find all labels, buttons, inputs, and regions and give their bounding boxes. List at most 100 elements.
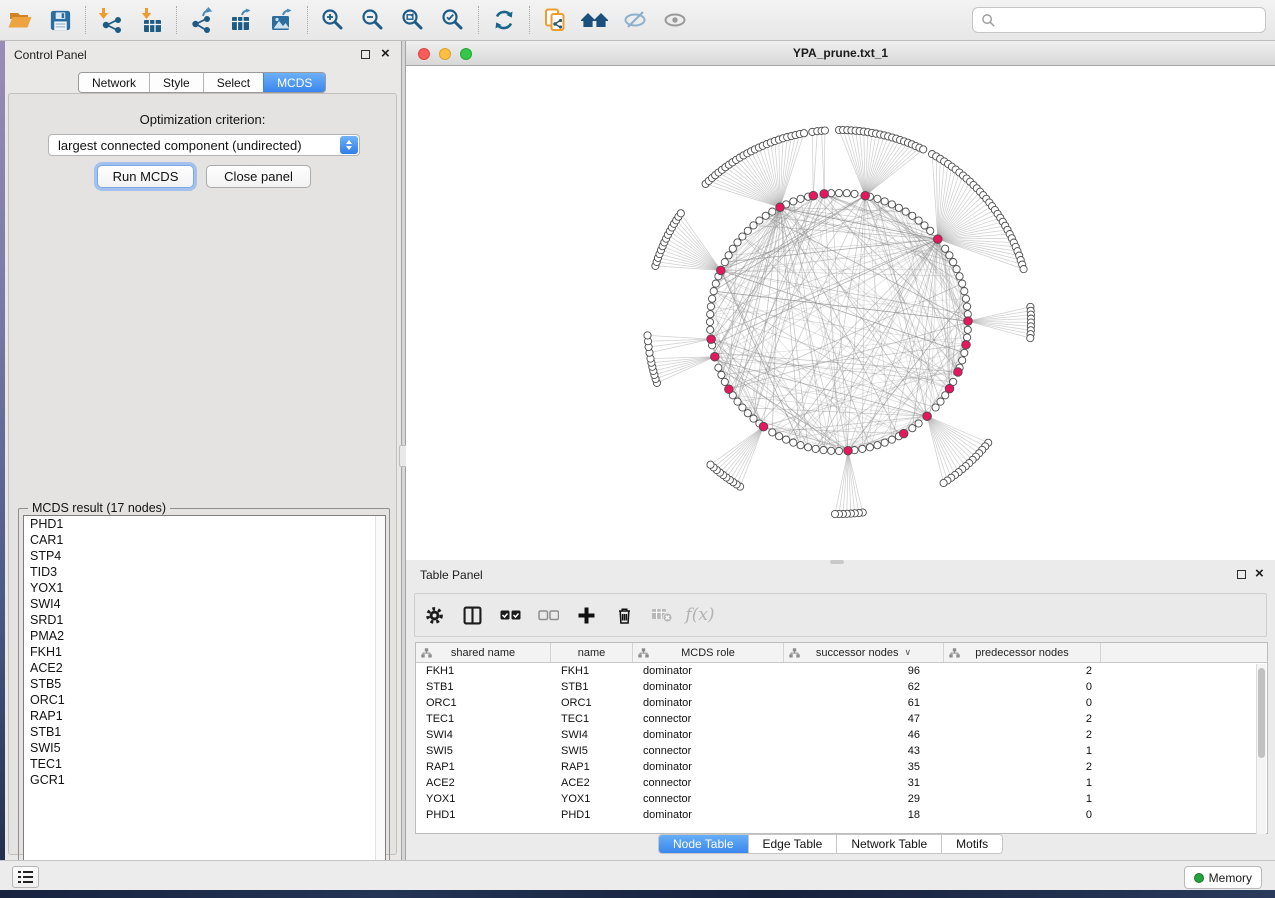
cell-shared-name[interactable]: RAP1 [416, 761, 551, 773]
cell-shared-name[interactable]: STB1 [416, 681, 551, 693]
cell-successor-nodes[interactable]: 18 [784, 809, 944, 821]
mcds-list-scrollbar[interactable] [375, 516, 385, 874]
cell-name[interactable]: ACE2 [551, 777, 633, 789]
duplicate-network-icon[interactable] [535, 3, 575, 37]
mcds-result-item[interactable]: SWI5 [24, 740, 385, 756]
cell-predecessor-nodes[interactable]: 2 [944, 713, 1101, 725]
mcds-result-item[interactable]: PHD1 [24, 516, 385, 532]
mcds-result-item[interactable]: YOX1 [24, 580, 385, 596]
import-table-icon[interactable] [131, 3, 171, 37]
tab-network-table[interactable]: Network Table [836, 835, 941, 853]
cell-MCDS-role[interactable]: dominator [633, 681, 784, 693]
network-window-titlebar[interactable]: YPA_prune.txt_1 [406, 41, 1275, 66]
cell-MCDS-role[interactable]: dominator [633, 697, 784, 709]
cell-successor-nodes[interactable]: 29 [784, 793, 944, 805]
export-table-icon[interactable] [222, 3, 262, 37]
cell-shared-name[interactable]: YOX1 [416, 793, 551, 805]
open-file-icon[interactable] [0, 3, 40, 37]
tab-motifs[interactable]: Motifs [941, 835, 1002, 853]
column-header-name[interactable]: name [551, 643, 633, 662]
zoom-out-icon[interactable] [353, 3, 393, 37]
cell-shared-name[interactable]: PHD1 [416, 809, 551, 821]
cell-predecessor-nodes[interactable]: 0 [944, 809, 1101, 821]
import-network-icon[interactable] [91, 3, 131, 37]
select-all-icon[interactable] [491, 596, 529, 634]
table-row[interactable]: RAP1RAP1dominator352 [416, 759, 1267, 775]
task-history-button[interactable] [12, 866, 39, 888]
cell-predecessor-nodes[interactable]: 0 [944, 681, 1101, 693]
table-row[interactable]: ORC1ORC1dominator610 [416, 695, 1267, 711]
table-row[interactable]: SWI4SWI4dominator462 [416, 727, 1267, 743]
zoom-selected-icon[interactable] [433, 3, 473, 37]
mcds-result-item[interactable]: SRD1 [24, 612, 385, 628]
mcds-result-item[interactable]: ORC1 [24, 692, 385, 708]
table-row[interactable]: PHD1PHD1dominator180 [416, 807, 1267, 823]
memory-button[interactable]: Memory [1184, 866, 1262, 889]
cell-MCDS-role[interactable]: connector [633, 713, 784, 725]
node-table[interactable]: shared namenameMCDS rolesuccessor nodes∨… [415, 642, 1268, 834]
close-panel-button[interactable]: Close panel [206, 165, 311, 188]
cell-name[interactable]: TEC1 [551, 713, 633, 725]
table-row[interactable]: ACE2ACE2connector311 [416, 775, 1267, 791]
tab-style[interactable]: Style [149, 73, 203, 92]
mcds-result-item[interactable]: PMA2 [24, 628, 385, 644]
cell-name[interactable]: RAP1 [551, 761, 633, 773]
mcds-result-item[interactable]: STB5 [24, 676, 385, 692]
cell-successor-nodes[interactable]: 61 [784, 697, 944, 709]
tab-edge-table[interactable]: Edge Table [748, 835, 837, 853]
cell-predecessor-nodes[interactable]: 1 [944, 745, 1101, 757]
refresh-icon[interactable] [484, 3, 524, 37]
cell-predecessor-nodes[interactable]: 0 [944, 697, 1101, 709]
table-row[interactable]: SWI5SWI5connector431 [416, 743, 1267, 759]
cell-name[interactable]: ORC1 [551, 697, 633, 709]
cell-MCDS-role[interactable]: dominator [633, 809, 784, 821]
tab-select[interactable]: Select [203, 73, 263, 92]
cell-name[interactable]: SWI5 [551, 745, 633, 757]
zoom-in-icon[interactable] [313, 3, 353, 37]
cell-successor-nodes[interactable]: 35 [784, 761, 944, 773]
cell-successor-nodes[interactable]: 62 [784, 681, 944, 693]
cell-MCDS-role[interactable]: connector [633, 745, 784, 757]
cell-successor-nodes[interactable]: 96 [784, 665, 944, 677]
cell-name[interactable]: FKH1 [551, 665, 633, 677]
cell-successor-nodes[interactable]: 31 [784, 777, 944, 789]
cell-predecessor-nodes[interactable]: 2 [944, 665, 1101, 677]
float-window-icon[interactable] [1237, 570, 1246, 579]
mcds-result-item[interactable]: STB1 [24, 724, 385, 740]
first-neighbors-icon[interactable] [575, 3, 615, 37]
cell-successor-nodes[interactable]: 46 [784, 729, 944, 741]
tab-network[interactable]: Network [79, 73, 149, 92]
add-column-icon[interactable] [567, 596, 605, 634]
cell-shared-name[interactable]: TEC1 [416, 713, 551, 725]
table-scrollbar[interactable] [1256, 664, 1266, 834]
table-row[interactable]: STB1STB1dominator620 [416, 679, 1267, 695]
cell-successor-nodes[interactable]: 47 [784, 713, 944, 725]
table-row[interactable]: YOX1YOX1connector291 [416, 791, 1267, 807]
show-column-panel-icon[interactable] [453, 596, 491, 634]
mcds-result-item[interactable]: ACE2 [24, 660, 385, 676]
column-header-successor-nodes[interactable]: successor nodes∨ [784, 643, 944, 662]
mcds-result-item[interactable]: CAR1 [24, 532, 385, 548]
mcds-result-item[interactable]: STP4 [24, 548, 385, 564]
mcds-result-item[interactable]: SWI4 [24, 596, 385, 612]
column-header-predecessor-nodes[interactable]: predecessor nodes [944, 643, 1101, 662]
export-image-icon[interactable] [262, 3, 302, 37]
deselect-all-icon[interactable] [529, 596, 567, 634]
save-icon[interactable] [40, 3, 80, 37]
cell-MCDS-role[interactable]: dominator [633, 729, 784, 741]
column-header-shared-name[interactable]: shared name [416, 643, 551, 662]
delete-column-icon[interactable] [605, 596, 643, 634]
criterion-dropdown[interactable]: largest connected component (undirected) [48, 134, 360, 156]
cell-MCDS-role[interactable]: connector [633, 793, 784, 805]
cell-shared-name[interactable]: SWI5 [416, 745, 551, 757]
mcds-result-item[interactable]: RAP1 [24, 708, 385, 724]
search-input[interactable] [996, 13, 1265, 27]
close-icon[interactable]: × [381, 49, 390, 58]
cell-MCDS-role[interactable]: dominator [633, 761, 784, 773]
hide-selected-icon[interactable] [615, 3, 655, 37]
cell-shared-name[interactable]: ORC1 [416, 697, 551, 709]
scrollbar-thumb[interactable] [1258, 668, 1265, 758]
run-mcds-button[interactable]: Run MCDS [97, 165, 194, 188]
mcds-result-item[interactable]: TID3 [24, 564, 385, 580]
export-network-icon[interactable] [182, 3, 222, 37]
